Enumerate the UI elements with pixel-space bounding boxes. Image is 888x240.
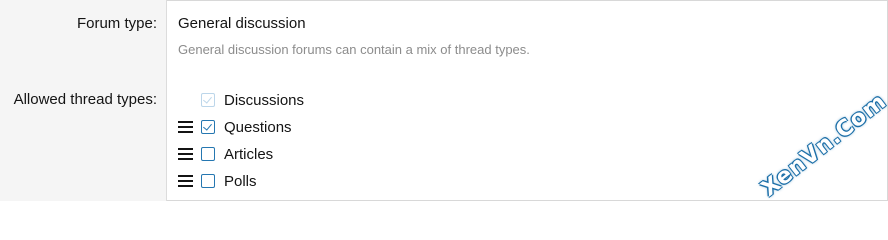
forum-type-value: General discussion bbox=[178, 15, 306, 32]
checkmark-icon bbox=[203, 94, 212, 104]
thread-type-row-articles: Articles bbox=[178, 144, 273, 164]
thread-type-label-articles[interactable]: Articles bbox=[224, 146, 273, 163]
drag-handle-icon[interactable] bbox=[178, 148, 193, 160]
thread-type-label-questions[interactable]: Questions bbox=[224, 119, 292, 136]
thread-type-row-polls: Polls bbox=[178, 171, 257, 191]
thread-type-label-discussions: Discussions bbox=[224, 91, 305, 109]
forum-type-explain: General discussion forums can contain a … bbox=[178, 42, 530, 57]
questions-checkbox[interactable] bbox=[201, 120, 215, 134]
thread-type-label-polls[interactable]: Polls bbox=[224, 173, 257, 190]
checkmark-icon bbox=[203, 121, 212, 131]
drag-handle-icon[interactable] bbox=[178, 121, 193, 133]
drag-handle-icon[interactable] bbox=[178, 175, 193, 187]
thread-type-row-discussions: Discussions bbox=[178, 90, 304, 110]
forum-type-label: Forum type: bbox=[76, 15, 157, 32]
discussions-checkbox bbox=[201, 93, 215, 107]
polls-checkbox[interactable] bbox=[201, 174, 215, 188]
articles-checkbox[interactable] bbox=[201, 147, 215, 161]
allowed-thread-types-label: Allowed thread types: bbox=[13, 91, 157, 108]
thread-type-row-questions: Questions bbox=[178, 117, 292, 137]
